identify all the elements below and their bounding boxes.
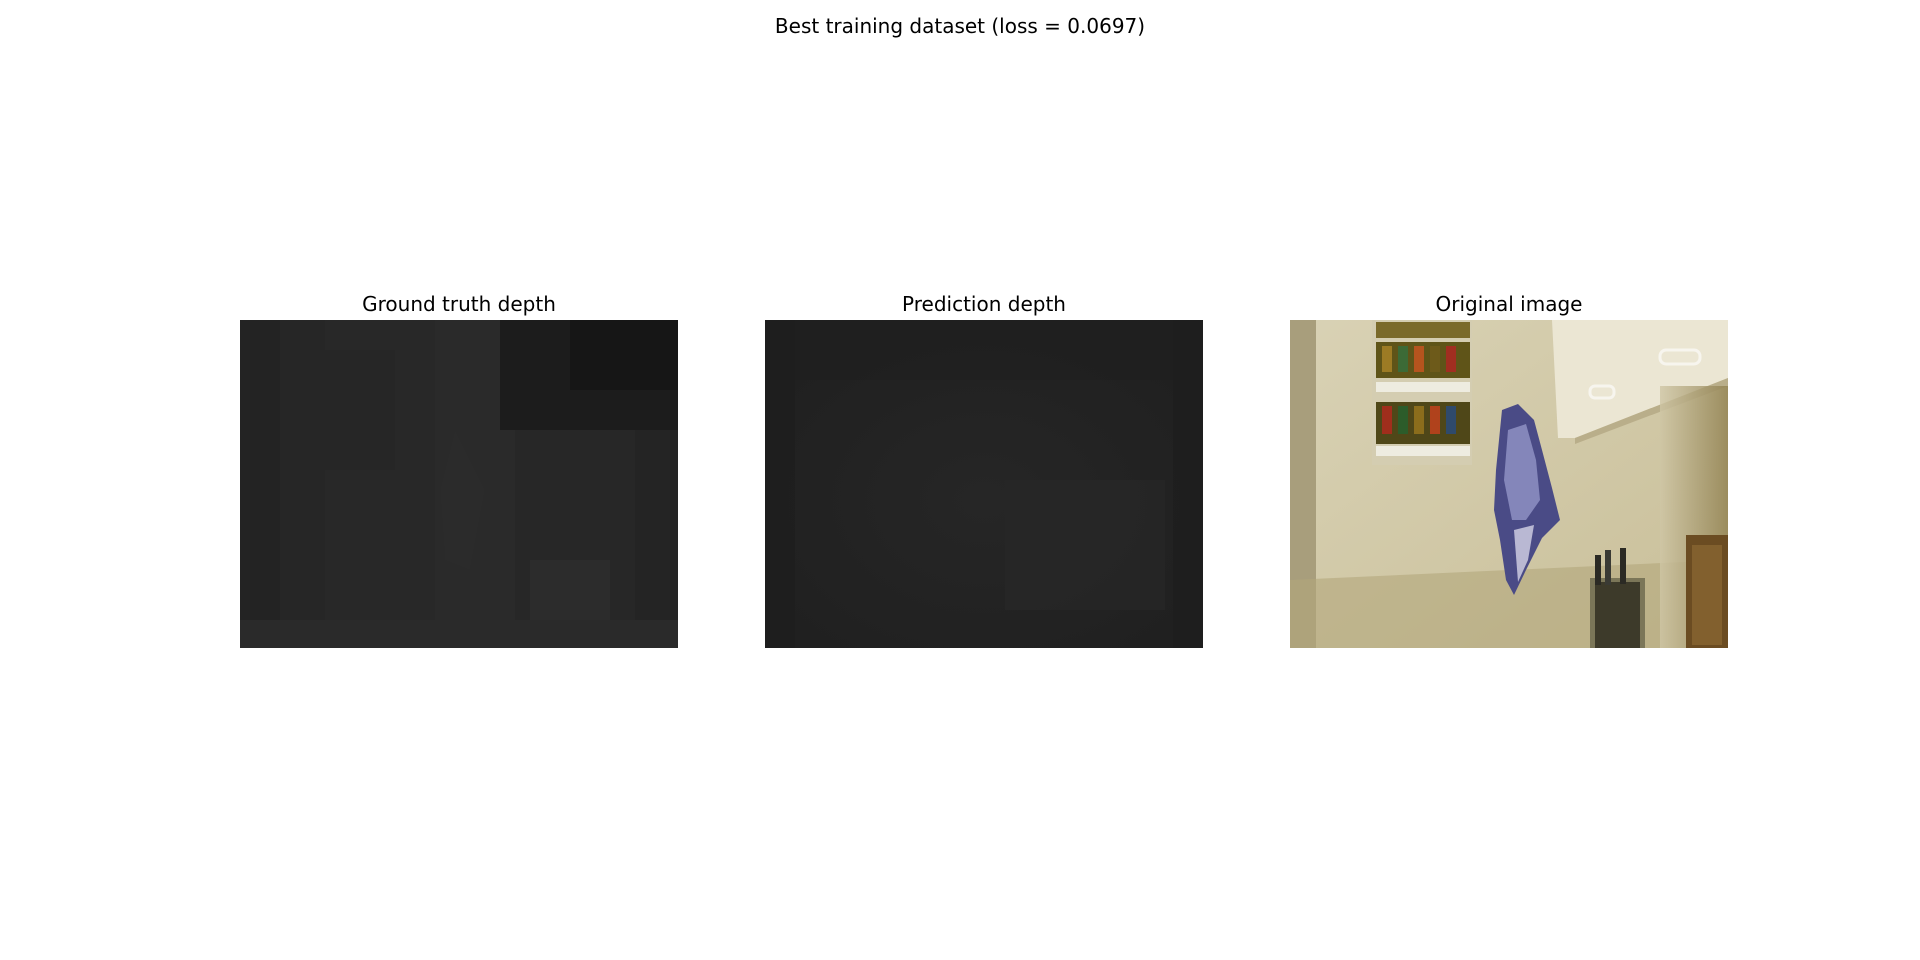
figure-title: Best training dataset (loss = 0.0697) (774, 14, 1146, 38)
original-image (1290, 320, 1728, 648)
prediction-depth-map (765, 320, 1203, 648)
prediction-depth-title: Prediction depth (902, 292, 1066, 316)
original-image-title: Original image (1435, 292, 1583, 316)
prediction-depth-image (765, 320, 1203, 648)
kitchen-photo (1290, 320, 1728, 648)
ground-truth-depth-map (240, 320, 678, 648)
ground-truth-depth-title: Ground truth depth (362, 292, 556, 316)
ground-truth-depth-image (240, 320, 678, 648)
